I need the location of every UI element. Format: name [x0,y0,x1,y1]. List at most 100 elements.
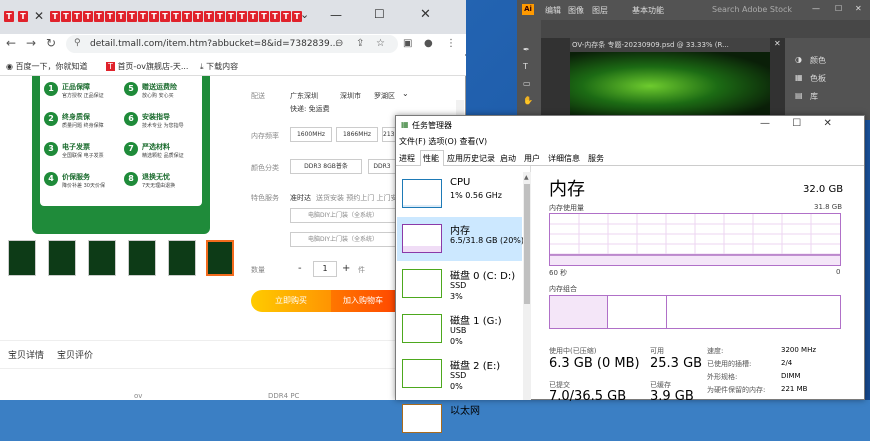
freq-option-1600[interactable]: 1600MHz [290,127,332,142]
tab-favicon[interactable]: T [72,11,82,22]
bookmark-downloads[interactable]: ⤓ 下载内容 [200,61,238,72]
swatches-panel-label[interactable]: 色板 [810,73,826,84]
qty-minus-button[interactable]: - [298,263,302,274]
back-icon[interactable]: ← [6,36,16,50]
freq-option-2133[interactable]: 2133MHz [382,127,396,142]
menu-layer[interactable]: 图层 [592,5,608,16]
tab-favicon[interactable]: T [204,11,214,22]
menu-edit[interactable]: 编辑 [545,5,561,16]
thumbnail-6[interactable] [206,240,234,276]
tab-favicon[interactable]: T [116,11,126,22]
tab-favicon[interactable]: T [182,11,192,22]
color-panel-label[interactable]: 颜色 [810,55,826,66]
color-option-ddr3-8gb[interactable]: DDR3 8GB普条 [290,159,362,174]
tab-favicon[interactable]: T [138,11,148,22]
adobe-stock-search[interactable]: Search Adobe Stock [712,5,792,14]
tab-favicon[interactable]: T [105,11,115,22]
tab-favicon[interactable]: T [226,11,236,22]
thumbnail-3[interactable] [88,240,116,276]
taskmgr-menubar[interactable]: 文件(F) 选项(O) 查看(V) [399,136,487,147]
tab-favicon[interactable]: T [61,11,71,22]
taskmgr-minimize-icon[interactable]: — [760,118,770,129]
tab-details[interactable]: 详细信息 [548,153,580,164]
tab-favicon[interactable]: T [237,11,247,22]
workspace-switcher[interactable]: 基本功能 [632,5,664,16]
site-info-icon[interactable]: ⚲ [74,38,81,48]
thumbnail-2[interactable] [48,240,76,276]
tab-favicon[interactable]: T [18,11,28,22]
resource-scrollbar-thumb[interactable] [524,184,530,304]
tab-favicon[interactable]: T [270,11,280,22]
zoom-icon[interactable]: ⊖ [335,38,343,49]
scroll-up-icon[interactable]: ▲ [524,174,529,181]
doc-close-icon[interactable]: ✕ [774,39,781,48]
bookmark-baidu[interactable]: ◉ 百度一下，你就知道 [6,61,88,72]
tab-favicon[interactable]: T [281,11,291,22]
tab-favicon[interactable]: T [160,11,170,22]
service-ontime[interactable]: 准时达 [290,193,311,203]
tab-performance[interactable]: 性能 [423,153,439,164]
tab-favicon[interactable]: T [215,11,225,22]
add-to-cart-button[interactable]: 加入购物车 [331,290,395,312]
freq-option-1866[interactable]: 1866MHz [336,127,378,142]
hand-tool-icon[interactable]: ✋ [523,96,533,105]
tab-app-history[interactable]: 应用历史记录 [447,153,495,164]
tab-startup[interactable]: 启动 [500,153,516,164]
menu-icon[interactable]: ⋮ [446,38,456,49]
tab-detail[interactable]: 宝贝详情 [8,348,44,361]
ps-close-icon[interactable]: ✕ [855,4,862,13]
service-diy-2[interactable]: 电脑DIY上门装（全系统） [290,232,396,247]
bookmark-star-icon[interactable]: ☆ [376,38,385,49]
libraries-panel-icon[interactable]: ▤ [795,91,803,100]
thumbnail-1[interactable] [8,240,36,276]
tab-users[interactable]: 用户 [524,153,540,164]
pen-tool-icon[interactable]: ✒ [523,45,530,54]
libraries-panel-label[interactable]: 库 [810,91,818,102]
tab-favicon[interactable]: T [127,11,137,22]
qty-plus-button[interactable]: + [342,263,350,274]
tab-search-chevron-icon[interactable]: ⌄ [300,8,309,21]
color-option-ddr3[interactable]: DDR3 [368,159,396,174]
ps-canvas[interactable] [570,52,770,120]
tab-services[interactable]: 服务 [588,153,604,164]
thumbnail-4[interactable] [128,240,156,276]
tab-processes[interactable]: 进程 [399,153,415,164]
forward-icon[interactable]: → [26,36,36,50]
maximize-icon[interactable]: ☐ [374,7,385,21]
tab-favicon[interactable]: T [171,11,181,22]
shipping-to-district[interactable]: 罗湖区 [374,91,395,101]
tab-favicon[interactable]: T [248,11,258,22]
reload-icon[interactable]: ↻ [46,36,56,50]
share-icon[interactable]: ⇪ [356,38,364,49]
close-window-icon[interactable]: ✕ [420,7,431,22]
ps-maximize-icon[interactable]: ☐ [835,4,842,13]
tab-review[interactable]: 宝贝评价 [57,348,93,361]
service-diy-1[interactable]: 电脑DIY上门装（全系统） [290,208,396,223]
type-tool-icon[interactable]: T [523,62,528,71]
close-tab-icon[interactable]: ✕ [34,9,44,23]
qty-input[interactable]: 1 [313,261,337,277]
ps-minimize-icon[interactable]: — [812,4,820,13]
shipping-to-city[interactable]: 深圳市 [340,91,361,101]
color-panel-icon[interactable]: ◑ [795,55,802,64]
tab-favicon[interactable]: T [94,11,104,22]
tab-favicon[interactable]: T [193,11,203,22]
tab-favicon[interactable]: T [83,11,93,22]
minimize-icon[interactable]: — [330,8,342,22]
tab-favicon[interactable]: T [259,11,269,22]
buy-now-button[interactable]: 立即购买 [251,290,331,312]
thumbnail-5[interactable] [168,240,196,276]
tab-favicon[interactable]: T [149,11,159,22]
service-install[interactable]: 送货安装 预约上门 上门安装 [316,193,404,203]
document-tab[interactable]: OV-内存条 专题-20230909.psd @ 33.33% (R... [570,38,770,52]
taskmgr-maximize-icon[interactable]: ☐ [792,118,801,129]
shipping-chevron-icon[interactable]: ⌄ [402,89,409,98]
shape-tool-icon[interactable]: ▭ [523,79,531,88]
taskmgr-close-icon[interactable]: ✕ [824,118,832,129]
bookmark-shop[interactable]: T 首页-ov旗舰店-天... [106,61,188,72]
tab-favicon[interactable]: T [50,11,60,22]
swatches-panel-icon[interactable]: ▦ [795,73,803,82]
menu-image[interactable]: 图像 [568,5,584,16]
profile-icon[interactable]: ● [424,38,433,49]
sidebar-icon[interactable]: ▣ [403,38,412,49]
